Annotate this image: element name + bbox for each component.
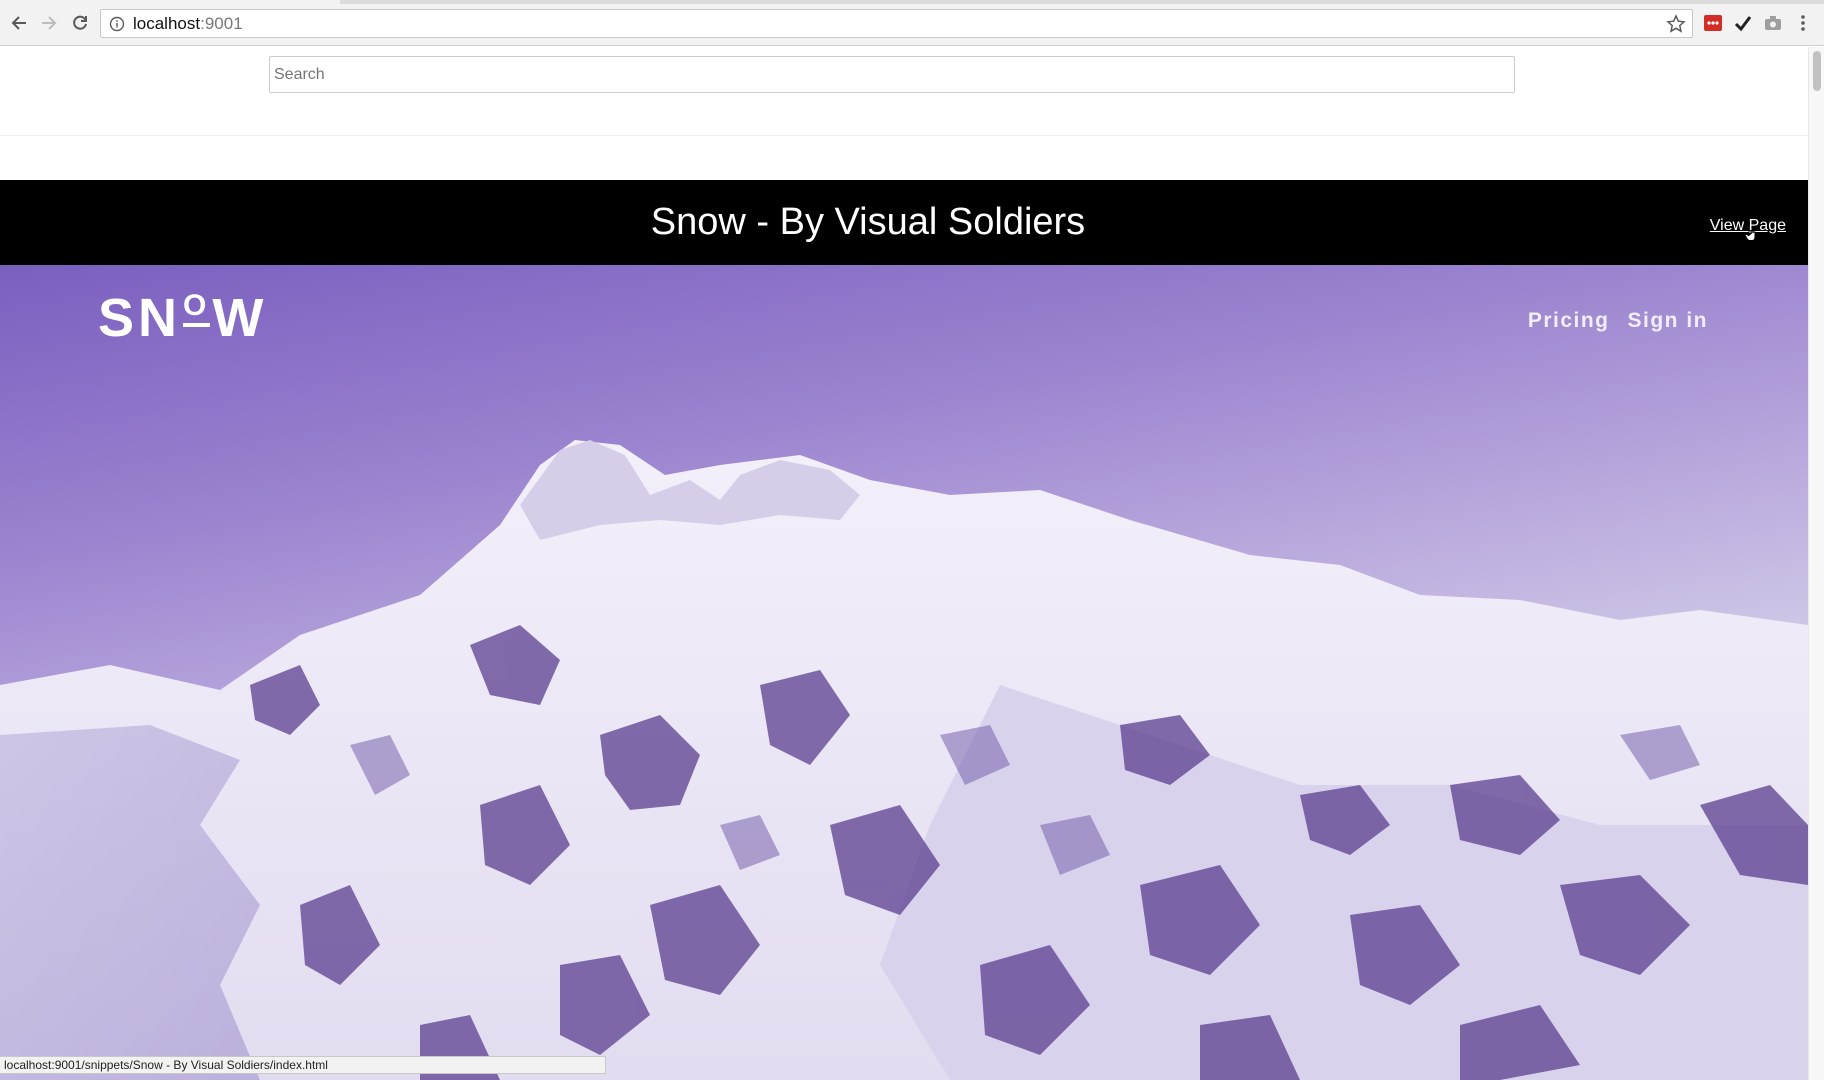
snippet-title: Snow - By Visual Soldiers: [650, 201, 1086, 243]
info-icon[interactable]: [109, 16, 125, 32]
logo-text-right: W: [212, 288, 268, 348]
hero-banner: SN O W Pricing Sign in: [0, 265, 1808, 1080]
address-bar[interactable]: localhost:9001: [100, 9, 1693, 38]
url-host: localhost: [133, 13, 201, 33]
logo-text-o: O: [183, 291, 211, 327]
page-viewport: Snow - By Visual Soldiers View Page: [0, 47, 1808, 1080]
search-area: [0, 47, 1808, 136]
arrow-right-icon: [42, 16, 57, 30]
active-tab[interactable]: [0, 0, 340, 4]
spacer: [0, 136, 1808, 179]
browser-toolbar: localhost:9001: [0, 0, 1824, 46]
checkmark-icon: [1734, 16, 1752, 32]
logo-text-left: SN: [98, 288, 182, 348]
tab-strip: [0, 0, 1824, 4]
mountain-background: [0, 440, 1808, 1080]
snow-logo[interactable]: SN O W: [98, 287, 267, 349]
hero-nav: Pricing Sign in: [1528, 309, 1708, 333]
star-icon[interactable]: [1666, 14, 1686, 34]
reload-icon: [73, 15, 87, 30]
pricing-link[interactable]: Pricing: [1528, 309, 1610, 333]
browser-menu-button[interactable]: [1793, 13, 1813, 33]
lastpass-extension-button[interactable]: [1703, 13, 1723, 33]
page-scrollbar[interactable]: [1808, 47, 1824, 1080]
back-button[interactable]: [6, 10, 32, 36]
lastpass-icon: [1704, 15, 1722, 31]
url-port: :9001: [200, 13, 243, 33]
sign-in-link[interactable]: Sign in: [1628, 309, 1709, 333]
search-input[interactable]: [269, 56, 1515, 93]
forward-button[interactable]: [36, 10, 62, 36]
hand-cursor-icon: [1744, 225, 1756, 241]
camera-icon: [1765, 16, 1781, 30]
reload-button[interactable]: [67, 10, 93, 36]
screenshot-extension-button[interactable]: [1763, 13, 1783, 33]
status-url-bubble: localhost:9001/snippets/Snow - By Visual…: [0, 1056, 606, 1074]
snippet-header: Snow - By Visual Soldiers View Page: [0, 180, 1808, 265]
scrollbar-thumb[interactable]: [1813, 51, 1821, 91]
arrow-left-icon: [11, 16, 26, 30]
menu-dots-icon: [1801, 15, 1805, 31]
todo-extension-button[interactable]: [1733, 13, 1753, 33]
